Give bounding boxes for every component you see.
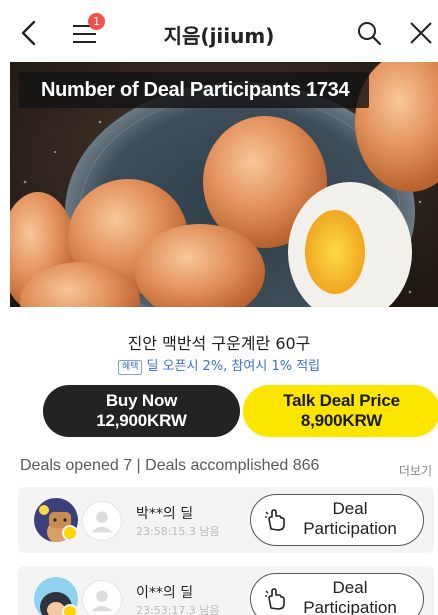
- deal-participation-button[interactable]: Deal Participation: [250, 573, 424, 615]
- hand-icon: [265, 588, 285, 610]
- person-icon: [91, 511, 113, 533]
- join-line2: Participation: [303, 519, 397, 538]
- person-icon: [91, 590, 113, 612]
- benefit-info: 혜택 딜 오픈시 2%, 참여시 1% 적립: [0, 355, 438, 375]
- talk-deal-button[interactable]: Talk Deal Price 8,900KRW: [243, 385, 438, 437]
- placeholder-avatar: [82, 501, 122, 541]
- close-icon[interactable]: [408, 20, 434, 46]
- join-line1: Deal: [332, 578, 368, 597]
- deal-owner-name: 박**의 딜: [136, 506, 194, 522]
- crown-icon: [62, 525, 78, 541]
- join-line1: Deal: [332, 499, 368, 518]
- search-icon[interactable]: [356, 20, 382, 46]
- benefit-tag: 혜택: [117, 360, 143, 375]
- participants-count-label: Number of Deal Participants 1734: [19, 72, 370, 108]
- deal-row: 이**의 딜 23:53:17.3 남음 Deal Participation: [18, 566, 434, 615]
- deal-participation-button[interactable]: Deal Participation: [250, 494, 424, 546]
- more-link[interactable]: 더보기: [399, 462, 432, 479]
- buy-now-price: 12,900KRW: [96, 411, 187, 430]
- talk-deal-label: Talk Deal Price: [283, 391, 400, 410]
- hand-icon: [265, 509, 285, 531]
- buy-now-label: Buy Now: [105, 391, 178, 410]
- deal-stats: Deals opened 7 | Deals accomplished 866: [20, 457, 320, 474]
- deal-timer: 23:58:15.3 남음: [136, 525, 220, 538]
- buy-now-button[interactable]: Buy Now 12,900KRW: [43, 385, 240, 437]
- top-bar: 1 지음(jiium): [0, 0, 438, 62]
- product-name: 진안 맥반석 구운계란 60구: [127, 334, 311, 353]
- benefit-text: 딜 오픈시 2%, 참여시 1% 적립: [146, 359, 321, 374]
- placeholder-avatar: [82, 580, 122, 615]
- crown-icon: [62, 604, 78, 615]
- deal-timer: 23:53:17.3 남음: [136, 604, 220, 615]
- join-line2: Participation: [303, 598, 397, 615]
- deal-owner-name: 이**의 딜: [136, 585, 194, 601]
- deal-row: 박**의 딜 23:58:15.3 남음 Deal Participation: [18, 487, 434, 553]
- talk-deal-price: 8,900KRW: [300, 411, 383, 430]
